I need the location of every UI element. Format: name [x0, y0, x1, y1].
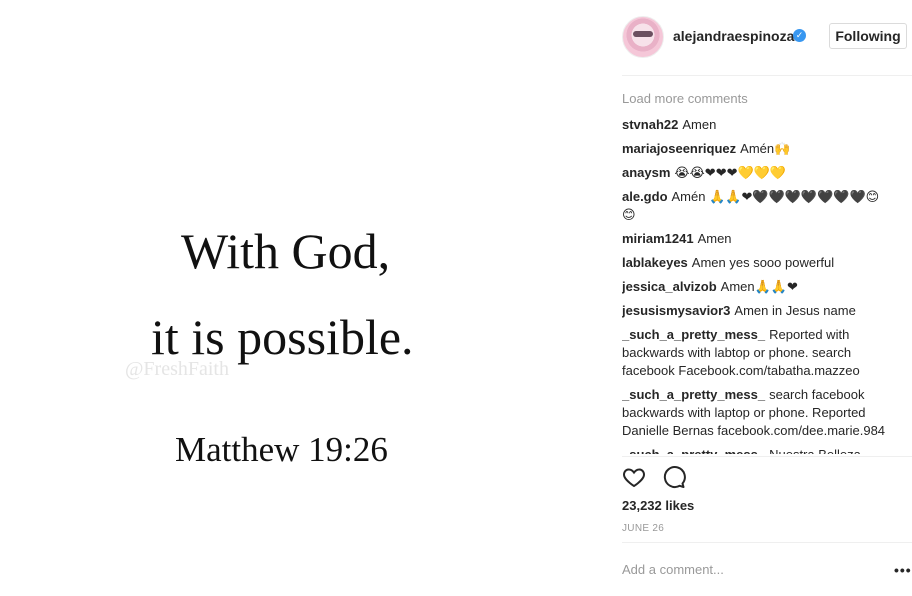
comment-username[interactable]: jessica_alvizob: [622, 279, 717, 294]
comment-username[interactable]: miriam1241: [622, 231, 694, 246]
comment-username[interactable]: _such_a_pretty_mess_: [622, 387, 765, 402]
post-sidebar: alejandraespinoza ✓ Following Load more …: [607, 0, 912, 596]
footer-divider: [622, 542, 912, 543]
comment-item: jesusismysavior3 Amen in Jesus name: [622, 302, 892, 320]
comment-item: ale.gdo Amén 🙏🙏❤🖤🖤🖤🖤🖤🖤🖤😊😊: [622, 188, 892, 224]
comment-username[interactable]: _such_a_pretty_mess_: [622, 327, 765, 342]
comment-item: stvnah22 Amen: [622, 116, 892, 134]
comments-list[interactable]: Load more comments stvnah22 Amen mariajose…: [622, 91, 892, 454]
comment-item: _such_a_pretty_mess_ search facebook back…: [622, 386, 892, 440]
more-options-icon[interactable]: •••: [894, 562, 912, 578]
comment-text: Amen yes sooo powerful: [691, 255, 835, 270]
comment-item: miriam1241 Amen: [622, 230, 892, 248]
header-divider: [622, 75, 912, 76]
comment-username[interactable]: ale.gdo: [622, 189, 668, 204]
verified-badge-icon: ✓: [793, 29, 806, 42]
load-more-comments-link[interactable]: Load more comments: [622, 91, 892, 107]
quote-line-1: With God,: [181, 223, 391, 279]
comment-username[interactable]: mariajoseenriquez: [622, 141, 736, 156]
comment-item: _such_a_pretty_mess_ Reported with backwa…: [622, 326, 892, 380]
comments-divider: [622, 456, 912, 457]
comment-bubble-icon[interactable]: [662, 465, 688, 491]
add-comment-input[interactable]: Add a comment...: [622, 562, 724, 577]
comment-text: 😭😭❤❤❤💛💛💛: [674, 165, 787, 180]
following-button[interactable]: Following: [829, 23, 907, 49]
comment-text: Amén🙌: [740, 141, 791, 156]
post-date[interactable]: JUNE 26: [622, 523, 664, 534]
username-link[interactable]: alejandraespinoza: [673, 28, 794, 44]
comment-text: Amen: [682, 117, 717, 132]
likes-count[interactable]: 23,232 likes: [622, 498, 694, 513]
post-header: alejandraespinoza ✓ Following: [607, 0, 912, 75]
comment-item: _such_a_pretty_mess_ Nuestra Belleza: [622, 446, 892, 454]
comment-text: Amen🙏🙏❤: [720, 279, 798, 294]
comment-item: mariajoseenriquez Amén🙌: [622, 140, 892, 158]
comment-text: Amen in Jesus name: [734, 303, 856, 318]
comment-item: anaysm 😭😭❤❤❤💛💛💛: [622, 164, 892, 182]
quote-line-2: it is possible.: [151, 309, 414, 365]
comment-text: Nuestra Belleza: [769, 447, 861, 454]
comment-text: Amen: [697, 231, 732, 246]
quote-reference: Matthew 19:26: [175, 430, 388, 469]
avatar[interactable]: [622, 16, 664, 58]
comment-username[interactable]: jesusismysavior3: [622, 303, 730, 318]
comment-username[interactable]: anaysm: [622, 165, 670, 180]
comment-username[interactable]: lablakeyes: [622, 255, 688, 270]
instagram-post: @FreshFaith With God, it is possible. Ma…: [0, 0, 912, 596]
comment-item: lablakeyes Amen yes sooo powerful: [622, 254, 892, 272]
comment-username[interactable]: stvnah22: [622, 117, 678, 132]
post-image[interactable]: @FreshFaith With God, it is possible. Ma…: [0, 0, 607, 596]
comment-username[interactable]: _such_a_pretty_mess_: [622, 447, 765, 454]
comment-item: jessica_alvizob Amen🙏🙏❤: [622, 278, 892, 296]
like-heart-icon[interactable]: [622, 465, 648, 491]
